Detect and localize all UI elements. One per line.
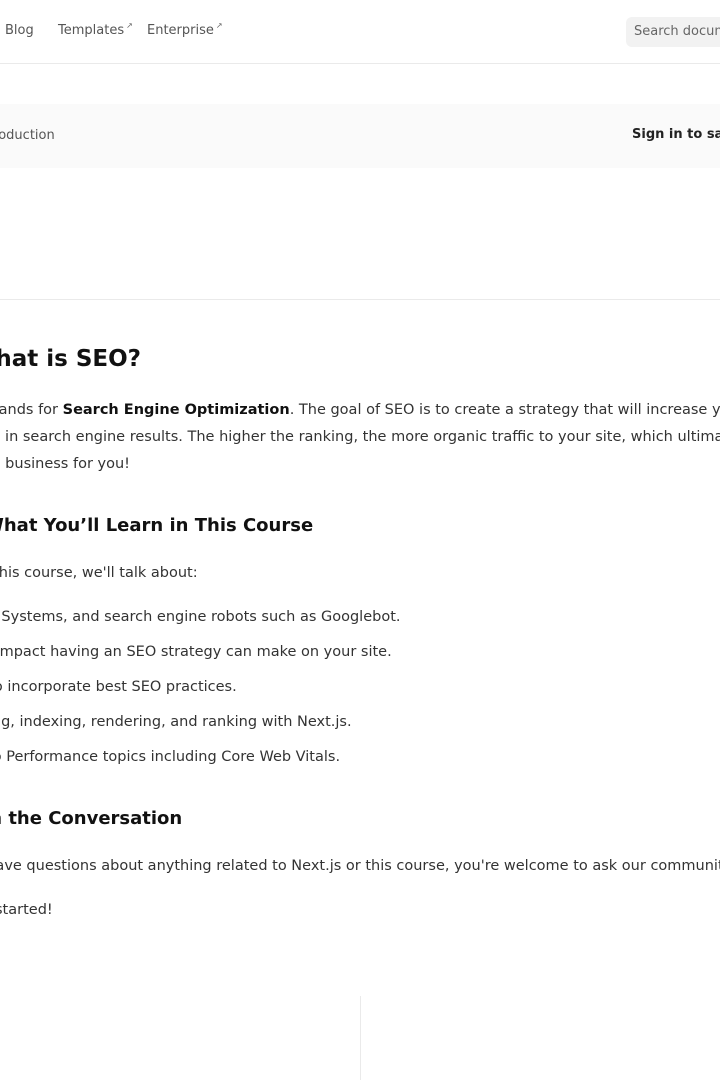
content-divider: [0, 299, 720, 300]
nav-link-label: Enterprise: [147, 23, 214, 38]
list-item: The impact having an SEO strategy can ma…: [0, 644, 392, 660]
course-header: Introduction Sign in to save progress: [0, 104, 720, 168]
list-item: How to incorporate best SEO practices.: [0, 679, 237, 695]
list-item: Web Performance topics including Core We…: [0, 749, 341, 765]
top-navigation: Blog Templates↗ Enterprise↗ Search docum…: [0, 0, 720, 64]
intro-bold-text: Search Engine Optimization: [62, 402, 290, 418]
page-title: What is SEO?: [0, 346, 142, 372]
search-placeholder: Search documentation...: [634, 24, 720, 39]
intro-line-2: position in search engine results. The h…: [0, 429, 720, 445]
external-link-icon: ↗: [126, 21, 133, 30]
breadcrumb[interactable]: Introduction: [0, 128, 55, 143]
conversation-text: If you have questions about anything rel…: [0, 858, 720, 874]
list-item: Search Systems, and search engine robots…: [0, 609, 401, 625]
intro-line-3: more business for you!: [0, 456, 130, 472]
learn-intro: In this course, we'll talk about:: [0, 565, 198, 581]
learn-heading: What You’ll Learn in This Course: [0, 515, 314, 536]
nav-link-label: Templates: [58, 23, 125, 38]
search-input[interactable]: Search documentation...: [626, 17, 720, 47]
conversation-heading: Join the Conversation: [0, 808, 183, 829]
nav-link-label: Blog: [5, 23, 34, 38]
external-link-icon: ↗: [215, 21, 223, 30]
page: Blog Templates↗ Enterprise↗ Search docum…: [0, 0, 720, 1080]
nav-link-enterprise[interactable]: Enterprise ↗: [147, 21, 223, 39]
intro-text: . The goal of SEO is to create a strateg…: [289, 402, 720, 418]
list-item: Crawling, indexing, rendering, and ranki…: [0, 714, 352, 730]
sign-in-link[interactable]: Sign in to save progress: [632, 127, 720, 142]
intro-line-1: SEO stands for Search Engine Optimizatio…: [0, 397, 720, 424]
intro-text: SEO stands for: [0, 402, 59, 418]
nav-link-blog[interactable]: Blog: [5, 23, 34, 39]
footer-divider: [360, 996, 361, 1080]
closing-text: Let's get started!: [0, 902, 53, 918]
nav-link-templates[interactable]: Templates ↗: [58, 21, 133, 39]
